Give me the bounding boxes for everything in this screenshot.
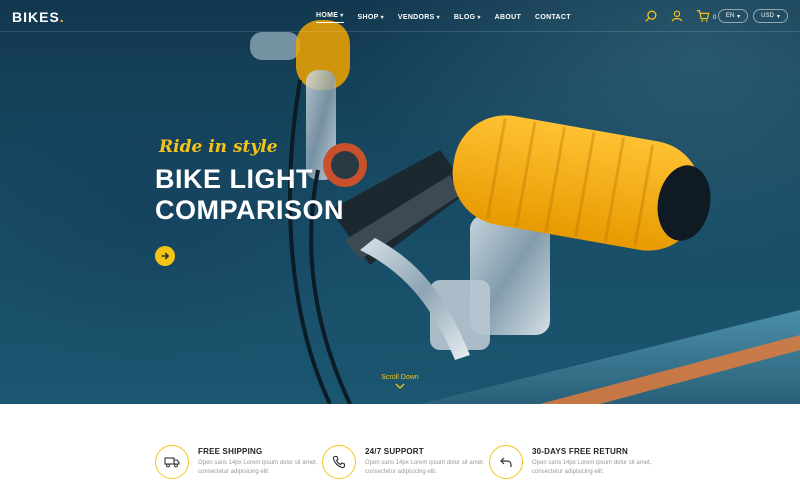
search-icon[interactable]	[644, 9, 658, 23]
chevron-down-icon	[395, 383, 405, 389]
nav-icon-group: 0	[644, 9, 716, 23]
language-selector[interactable]: EN ▾	[718, 9, 748, 23]
top-navigation: BIKES. HOME ▾ SHOP ▾ VENDORS ▾ BLOG ▾ ABOUT …	[0, 0, 800, 32]
nav-item-home[interactable]: HOME ▾	[316, 12, 344, 23]
arrow-right-icon	[161, 252, 170, 260]
nav-item-blog[interactable]: BLOG ▾	[454, 12, 481, 23]
site-logo[interactable]: BIKES.	[12, 9, 65, 25]
feature-title: FREE SHIPPING	[198, 447, 263, 456]
hero-headline-line-1: BIKE LIGHT	[155, 164, 313, 194]
currency-selector[interactable]: USD ▾	[753, 9, 788, 23]
bike-handlebar-image	[250, 20, 800, 404]
feature-title: 24/7 SUPPORT	[365, 447, 424, 456]
chevron-down-icon: ▾	[776, 13, 780, 20]
scroll-down-label: Scroll Down	[381, 374, 419, 381]
chevron-down-icon: ▾	[477, 15, 481, 21]
phone-icon	[322, 445, 356, 479]
hero-headline-line-2: COMPARISON	[155, 195, 345, 225]
user-icon[interactable]	[670, 9, 684, 23]
hero-cta-button[interactable]	[155, 246, 175, 266]
feature-title: 30-DAYS FREE RETURN	[532, 447, 628, 456]
nav-item-shop[interactable]: SHOP ▾	[358, 12, 384, 23]
chevron-down-icon: ▾	[436, 15, 440, 21]
feature-free-return: 30-DAYS FREE RETURN Open sans 14px Lorem…	[489, 445, 659, 485]
feature-description: Open sans 14px Lorem ipsum dolor sit ame…	[198, 460, 318, 475]
return-icon	[489, 445, 523, 479]
hero-banner: BIKES. HOME ▾ SHOP ▾ VENDORS ▾ BLOG ▾ ABOUT …	[0, 0, 800, 404]
cart-icon[interactable]	[696, 9, 710, 23]
feature-support: 24/7 SUPPORT Open sans 14px Lorem ipsum …	[322, 445, 492, 485]
features-strip: FREE SHIPPING Open sans 14px Lorem ipsum…	[0, 404, 800, 500]
nav-item-about[interactable]: ABOUT	[495, 12, 521, 23]
scroll-down-link[interactable]: Scroll Down	[370, 374, 430, 389]
main-menu: HOME ▾ SHOP ▾ VENDORS ▾ BLOG ▾ ABOUT CONTACT	[316, 12, 585, 23]
feature-description: Open sans 14px Lorem ipsum dolor sit ame…	[532, 460, 652, 475]
feature-description: Open sans 14px Lorem ipsum dolor sit ame…	[365, 460, 485, 475]
chevron-down-icon: ▾	[737, 13, 741, 20]
hero-tagline: Ride in style	[159, 137, 278, 157]
nav-item-contact[interactable]: CONTACT	[535, 12, 571, 23]
chevron-down-icon: ▾	[340, 13, 344, 19]
cart-count-badge: 0	[713, 15, 717, 21]
hero-headline: BIKE LIGHT COMPARISON	[155, 164, 344, 226]
chevron-down-icon: ▾	[380, 15, 384, 21]
nav-item-vendors[interactable]: VENDORS ▾	[398, 12, 440, 23]
truck-icon	[155, 445, 189, 479]
feature-free-shipping: FREE SHIPPING Open sans 14px Lorem ipsum…	[155, 445, 325, 485]
